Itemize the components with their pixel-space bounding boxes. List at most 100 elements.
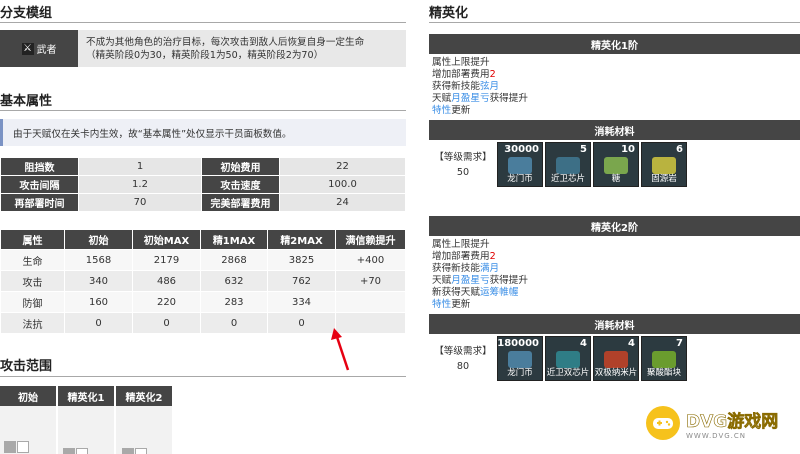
trait-link[interactable]: 特性 bbox=[432, 105, 451, 116]
attr-cell: 0 bbox=[132, 312, 201, 334]
material-name: 近卫芯片 bbox=[550, 174, 585, 184]
attr-header: 精1MAX bbox=[200, 229, 268, 250]
trait-link[interactable]: 特性 bbox=[432, 299, 451, 310]
materials-title: 消耗材料 bbox=[429, 120, 800, 140]
change-line: 天赋月盈星亏获得提升 bbox=[432, 275, 800, 287]
change-text: 获得提升 bbox=[489, 275, 528, 286]
range-col-header: 初始 bbox=[0, 386, 56, 406]
material-item[interactable]: 180000 龙门币 bbox=[497, 336, 543, 381]
attr-cell: 0 bbox=[267, 312, 336, 334]
material-count: 30000 bbox=[504, 144, 539, 155]
attr-row: 生命 1568 2179 2868 3825 +400 bbox=[0, 249, 406, 271]
attr-cell: 486 bbox=[132, 270, 201, 292]
range-cell bbox=[76, 448, 88, 454]
range-col-header: 精英化1 bbox=[58, 386, 114, 406]
skill-link[interactable]: 满月 bbox=[480, 263, 499, 274]
material-item[interactable]: 4 近卫双芯片 bbox=[545, 336, 591, 381]
change-text: 获得新技能 bbox=[432, 81, 480, 92]
change-line: 获得新技能弦月 bbox=[432, 81, 800, 93]
material-count: 7 bbox=[676, 338, 683, 349]
attr-header: 精2MAX bbox=[267, 229, 336, 250]
watermark-text: DVG游戏网 WWW.DVG.CN bbox=[686, 407, 779, 439]
change-line: 天赋月盈星亏获得提升 bbox=[432, 93, 800, 105]
stat-key: 再部署时间 bbox=[0, 193, 79, 212]
talent-link[interactable]: 月盈星亏 bbox=[451, 275, 489, 286]
change-text: 增加部署费用 bbox=[432, 69, 490, 80]
change-line: 特性更新 bbox=[432, 299, 800, 311]
attr-cell: 283 bbox=[200, 291, 268, 313]
range-col: 精英化2 bbox=[116, 386, 172, 454]
material-name: 聚酸酯块 bbox=[646, 368, 681, 378]
attr-row: 攻击 340 486 632 762 +70 bbox=[0, 270, 406, 292]
attr-header: 属性 bbox=[0, 229, 65, 250]
range-cell-self bbox=[4, 441, 16, 453]
attr-cell: 2868 bbox=[200, 249, 268, 271]
stat-key: 阻挡数 bbox=[0, 157, 79, 176]
divider bbox=[0, 22, 406, 23]
attr-table: 属性 初始 初始MAX 精1MAX 精2MAX 满信赖提升 生命 1568 21… bbox=[0, 229, 406, 334]
material-count: 6 bbox=[676, 144, 683, 155]
elite-1-changes: 属性上限提升 增加部署费用2 获得新技能弦月 天赋月盈星亏获得提升 特性更新 bbox=[429, 54, 800, 120]
material-list: 180000 龙门币 4 近卫双芯片 4 双极纳米片 7 聚酸酯块 bbox=[497, 334, 687, 383]
change-line: 特性更新 bbox=[432, 105, 800, 117]
level-req-value: 80 bbox=[456, 360, 470, 372]
elite-2-title: 精英化2阶 bbox=[429, 216, 800, 236]
range-col: 初始 bbox=[0, 386, 56, 454]
attr-cell: 防御 bbox=[0, 291, 65, 313]
attr-header: 初始 bbox=[64, 229, 133, 250]
divider bbox=[429, 22, 800, 23]
material-item[interactable]: 7 聚酸酯块 bbox=[641, 336, 687, 381]
watermark-title: DVG游戏网 bbox=[686, 411, 779, 432]
level-requirement: 【等级需求】 80 bbox=[429, 344, 497, 374]
talent-link[interactable]: 月盈星亏 bbox=[451, 93, 489, 104]
attr-cell: 632 bbox=[200, 270, 268, 292]
change-line: 获得新技能满月 bbox=[432, 263, 800, 275]
stat-key: 完美部署费用 bbox=[201, 193, 280, 212]
stat-key: 攻击间隔 bbox=[0, 175, 79, 194]
material-count: 4 bbox=[580, 338, 587, 349]
attr-row: 防御 160 220 283 334 bbox=[0, 291, 406, 313]
change-text: 更新 bbox=[451, 105, 471, 116]
material-item[interactable]: 6 固源岩 bbox=[641, 142, 687, 187]
change-text: 获得提升 bbox=[489, 93, 528, 104]
change-text: 天赋 bbox=[432, 275, 452, 286]
sword-icon: ⚔ bbox=[21, 42, 34, 55]
elite-heading: 精英化 bbox=[429, 6, 469, 21]
attr-cell: 法抗 bbox=[0, 312, 65, 334]
divider bbox=[0, 376, 406, 377]
change-text: 获得新技能 bbox=[432, 263, 480, 274]
materials-row: 【等级需求】 50 30000 龙门币 5 近卫芯片 10 糖 6 固源岩 bbox=[429, 140, 800, 189]
stat-value: 70 bbox=[78, 193, 202, 212]
stat-value: 24 bbox=[279, 193, 406, 212]
branch-name: 武者 bbox=[36, 45, 57, 56]
material-count: 180000 bbox=[497, 338, 539, 349]
range-heading: 攻击范围 bbox=[0, 359, 53, 374]
attr-header: 满信赖提升 bbox=[335, 229, 406, 250]
stat-value: 22 bbox=[279, 157, 406, 176]
material-item[interactable]: 30000 龙门币 bbox=[497, 142, 543, 187]
level-req-value: 50 bbox=[456, 166, 470, 178]
range-col: 精英化1 bbox=[58, 386, 114, 454]
materials-row: 【等级需求】 80 180000 龙门币 4 近卫双芯片 4 双极纳米片 7 聚酸酯块 bbox=[429, 334, 800, 383]
attr-header-row: 属性 初始 初始MAX 精1MAX 精2MAX 满信赖提升 bbox=[0, 229, 406, 250]
attr-cell: 762 bbox=[267, 270, 336, 292]
range-cell bbox=[17, 441, 29, 453]
talent-link[interactable]: 运筹帷幄 bbox=[480, 287, 518, 298]
material-count: 10 bbox=[621, 144, 635, 155]
material-item[interactable]: 5 近卫芯片 bbox=[545, 142, 591, 187]
attr-cell: 生命 bbox=[0, 249, 65, 271]
material-item[interactable]: 4 双极纳米片 bbox=[593, 336, 639, 381]
material-item[interactable]: 10 糖 bbox=[593, 142, 639, 187]
attr-cell: 2179 bbox=[132, 249, 201, 271]
attr-cell: +400 bbox=[335, 249, 406, 271]
branch-desc-line: （精英阶段0为30，精英阶段1为50，精英阶段2为70） bbox=[86, 50, 324, 61]
material-name: 糖 bbox=[611, 174, 621, 184]
range-grid bbox=[0, 406, 56, 454]
level-requirement: 【等级需求】 50 bbox=[429, 150, 497, 180]
red-arrow-icon bbox=[331, 328, 350, 371]
skill-link[interactable]: 弦月 bbox=[480, 81, 499, 92]
basic-note: 由于天赋仅在关卡内生效，故“基本属性”处仅显示干员面板数值。 bbox=[0, 119, 406, 146]
stat-key: 初始费用 bbox=[201, 157, 280, 176]
material-name: 龙门币 bbox=[507, 174, 533, 184]
change-line: 增加部署费用2 bbox=[432, 69, 800, 81]
